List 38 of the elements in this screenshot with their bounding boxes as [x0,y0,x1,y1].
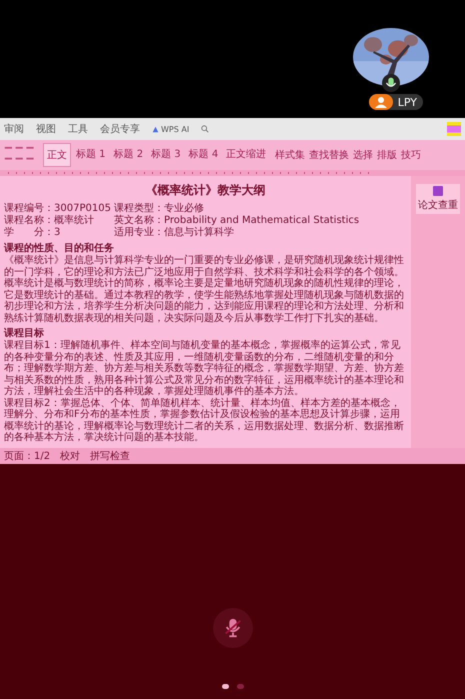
status-item[interactable]: 拼写检查 [90,448,130,462]
course-info: 适用专业：信息与计算科学 [114,227,234,239]
status-item[interactable]: 校对 [60,448,80,462]
ribbon-tool[interactable]: 选择 [353,148,374,162]
section-heading: 课程的性质、目的和任务 [4,243,115,254]
style-option[interactable]: 标题 2 [110,143,146,167]
course-info: 英文名称：Probability and Mathematical Statistics [114,215,360,226]
paragraph: 课程目标2：掌握总体、个体、简单随机样本、统计量、样本均值、样本方差的基本概念，理解分、分布和F分布的基本性质，掌握参数估计及假设检验的基本思想及计算步骤，运用概率统计的基论，理解概率论与数理统计二者的关系，运用数据处理、数据分析、数据推断的各种基本方法，掌决统计问题的基本技能。 [4,398,405,444]
style-option[interactable]: 标题 4 [186,143,222,167]
status-item[interactable]: 页面：1/2 [4,448,50,462]
participant-name-badge: LPY [368,94,423,110]
document-title: 《概率统计》教学大纲 [144,182,266,199]
ribbon-tool[interactable]: 排版 [377,148,398,162]
microphone-button[interactable] [212,608,252,648]
menu-tab[interactable]: 会员专享 [100,122,140,136]
menu-tab[interactable]: 视图 [36,122,56,136]
ribbon-tool[interactable]: 样式集 [275,148,306,162]
person-icon [368,94,393,110]
course-info: 课程名称：概率统计 [4,215,95,227]
ribbon-tool[interactable]: 技巧 [401,148,422,162]
plagiarism-check-button[interactable]: 论文查重 [416,184,460,214]
style-option[interactable]: 正文缩进 [223,143,270,167]
menu-tab[interactable]: 工具 [68,122,88,136]
document-icon [433,186,443,196]
menu-tab[interactable]: 审阅 [4,122,24,136]
style-option[interactable]: 正文 [43,143,71,167]
ribbon-tool[interactable]: 查找替换 [309,148,350,162]
style-option[interactable]: 标题 3 [148,143,184,167]
course-info: 课程编号：3007P0105 [4,203,112,214]
ai-icon [152,126,159,132]
ai-button[interactable]: WPS AI [152,124,190,134]
search-icon[interactable] [201,125,210,133]
paragraph: 《概率统计》是信息与计算科学专业的一门重要的专业必修课，是研究随机现象统计规律性的一门学科，它的理论和方法已广泛地应用于自然学科、技术科学和社会科学的各个领域。概率统计是概与数理统计的简称，概率论主要是定量地研究随机现象的随机性规律的理论，它是数理统计的基础。通过本教程的教学，使学生能熟练地掌握处理随机现象与随机数据的初步理论和方法，培养学生分析决问题的能力，达到能应用课程的理论和方法处理、分析和熟练计算随机数据表现的相关问题，决实际问题及今后从事数学工作打下扎实的基础。 [4,255,405,324]
course-info: 课程类型：专业必修 [114,203,204,214]
style-option[interactable]: 标题 1 [73,143,109,167]
section-heading: 课程目标 [4,328,45,340]
paragraph: 课程目标1：理解随机事件、样本空间与随机变量的基本概念，掌握概率的运算公式，常见的各种变量分布的表述、性质及其应用，一维随机变量函数的分布，二维随机变量的和分布；理解数学期方差、协方差与相关系数等数字特征的概念，掌握数学期望、方差、协方差与相关系数的性质，熟用各种计算公式及常见分布的数字特征，运用概率统计的基本理论和方法，理解社会生活中的各种现象，掌握处理随机事件的基本方法。 [4,340,405,398]
course-info: 学 分：3 [4,227,62,239]
